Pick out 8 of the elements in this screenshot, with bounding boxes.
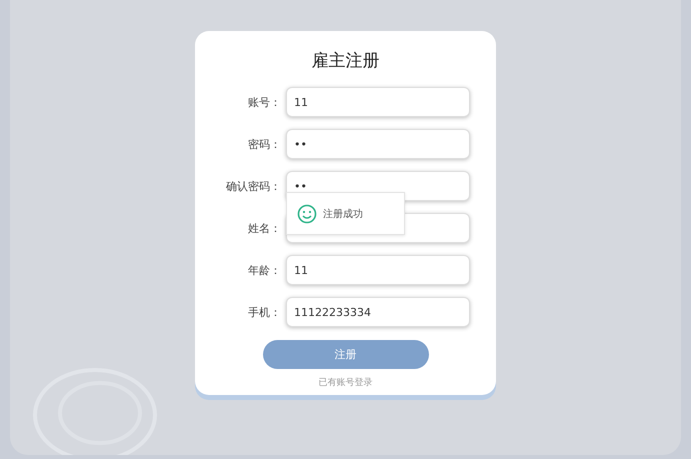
field-label: 密码： — [247, 136, 282, 152]
field-label: 手机： — [247, 304, 282, 320]
toast-message: 注册成功 — [323, 208, 363, 220]
field-label: 年龄： — [247, 262, 282, 278]
field-label: 确认密码： — [225, 178, 282, 194]
field-label: 账号： — [247, 94, 282, 110]
form-title: 雇主注册 — [312, 50, 380, 73]
field-label: 姓名： — [247, 220, 282, 236]
